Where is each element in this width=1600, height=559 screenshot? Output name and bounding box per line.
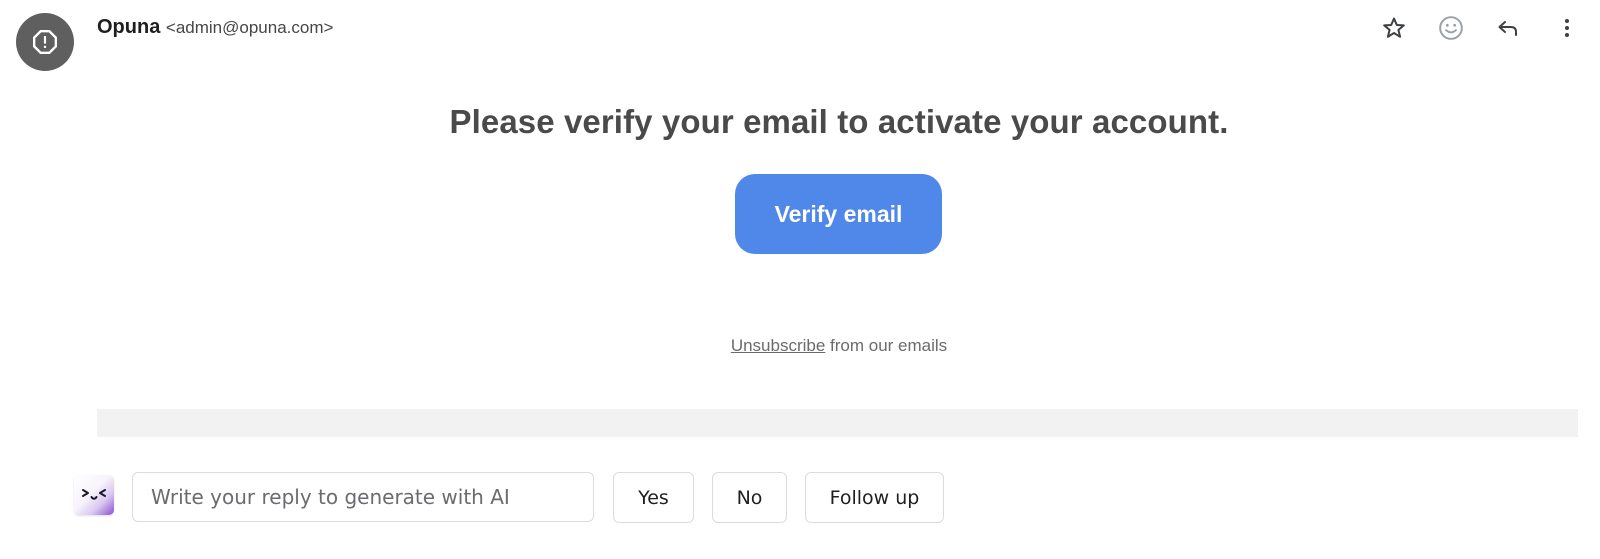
sender-email: <admin@opuna.com> bbox=[165, 18, 334, 37]
ai-reply-input[interactable] bbox=[132, 472, 594, 522]
verify-email-button[interactable]: Verify email bbox=[735, 174, 942, 254]
email-footer-divider bbox=[97, 409, 1578, 437]
sender-avatar[interactable] bbox=[16, 13, 74, 71]
more-vertical-icon bbox=[1565, 19, 1569, 37]
quick-reply-yes-button[interactable]: Yes bbox=[613, 472, 694, 523]
unsubscribe-link[interactable]: Unsubscribe bbox=[731, 336, 826, 355]
reply-icon bbox=[1498, 21, 1517, 36]
email-headline: Please verify your email to activate you… bbox=[449, 103, 1229, 140]
warning-octagon-icon bbox=[32, 29, 58, 55]
sender-info: Opuna <admin@opuna.com> bbox=[97, 15, 333, 40]
quick-reply-follow-up-button[interactable]: Follow up bbox=[805, 472, 944, 523]
quick-reply-no-button[interactable]: No bbox=[712, 472, 787, 523]
emoji-reaction-button[interactable] bbox=[1435, 12, 1467, 44]
smiley-icon bbox=[1439, 16, 1463, 40]
star-button[interactable] bbox=[1378, 12, 1410, 44]
ai-assistant-face-icon bbox=[82, 489, 106, 500]
unsubscribe-suffix: from our emails bbox=[825, 336, 948, 355]
star-icon bbox=[1383, 17, 1405, 38]
ai-assistant-button[interactable] bbox=[74, 475, 114, 515]
more-options-button[interactable] bbox=[1551, 12, 1583, 44]
reply-button[interactable] bbox=[1492, 12, 1524, 44]
unsubscribe-line: Unsubscribe from our emails bbox=[0, 336, 1600, 356]
sender-name: Opuna bbox=[97, 16, 161, 38]
